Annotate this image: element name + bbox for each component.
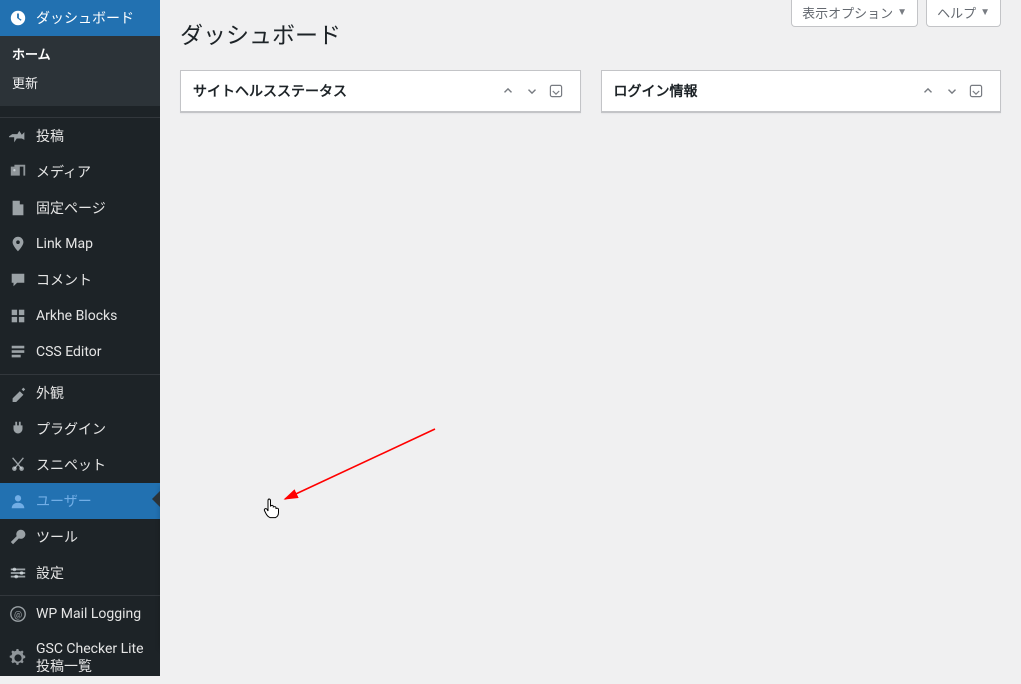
menu-arkhe-blocks[interactable]: Arkhe Blocks (0, 298, 160, 334)
menu-arkhe-blocks-label: Arkhe Blocks (36, 308, 117, 324)
users-icon (8, 491, 28, 511)
widget-toggle-icon[interactable] (964, 79, 988, 103)
submenu-updates[interactable]: 更新 (0, 71, 160, 100)
widget-move-down-icon[interactable] (940, 79, 964, 103)
media-icon (8, 162, 28, 182)
widget-site-health-title: サイトヘルスステータス (193, 81, 496, 101)
menu-comments[interactable]: コメント (0, 262, 160, 298)
submenu-home[interactable]: ホーム (0, 42, 160, 71)
menu-pages[interactable]: 固定ページ (0, 190, 160, 226)
widget-move-up-icon[interactable] (496, 79, 520, 103)
pin-icon (8, 126, 28, 146)
widget-login-info-title: ログイン情報 (614, 81, 917, 101)
snippets-icon (8, 455, 28, 475)
widget-site-health: サイトヘルスステータス (180, 70, 581, 113)
menu-dashboard-label: ダッシュボード (36, 8, 134, 28)
menu-settings[interactable]: 設定 (0, 555, 160, 591)
content-area: 表示オプション ▼ ヘルプ ▼ ダッシュボード サイトヘルスステータス (160, 0, 1021, 676)
widget-move-down-icon[interactable] (520, 79, 544, 103)
plugin-icon (8, 419, 28, 439)
widget-toggle-icon[interactable] (544, 79, 568, 103)
menu-tools-label: ツール (36, 527, 78, 547)
comment-icon (8, 270, 28, 290)
gear-icon (8, 648, 28, 668)
menu-settings-label: 設定 (36, 563, 64, 583)
menu-dashboard[interactable]: ダッシュボード (0, 0, 160, 36)
menu-media-label: メディア (36, 162, 91, 182)
menu-users[interactable]: ユーザー (0, 483, 160, 519)
screen-meta-links: 表示オプション ▼ ヘルプ ▼ (791, 0, 1001, 27)
menu-users-label: ユーザー (36, 491, 92, 511)
menu-appearance[interactable]: 外観 (0, 375, 160, 411)
blocks-icon (8, 306, 28, 326)
menu-snippets-label: スニペット (36, 455, 106, 475)
menu-css-editor[interactable]: CSS Editor (0, 334, 160, 370)
menu-separator (0, 106, 160, 118)
screen-options-button[interactable]: 表示オプション ▼ (791, 0, 918, 27)
tools-icon (8, 527, 28, 547)
appearance-icon (8, 383, 28, 403)
widget-site-health-header: サイトヘルスステータス (181, 71, 580, 112)
dashboard-submenu: ホーム 更新 (0, 36, 160, 106)
mail-log-icon: @ (8, 604, 28, 624)
svg-text:@: @ (14, 610, 22, 620)
menu-media[interactable]: メディア (0, 154, 160, 190)
menu-link-map[interactable]: Link Map (0, 226, 160, 262)
chevron-down-icon: ▼ (980, 7, 990, 18)
settings-icon (8, 563, 28, 583)
chevron-down-icon: ▼ (897, 7, 907, 18)
menu-snippets[interactable]: スニペット (0, 447, 160, 483)
menu-posts-label: 投稿 (36, 126, 64, 146)
admin-sidebar: ダッシュボード ホーム 更新 投稿 メディア 固定ページ Link Map (0, 0, 160, 676)
dashboard-widgets: サイトヘルスステータス ログイン情報 (180, 70, 1001, 113)
widget-login-info: ログイン情報 (601, 70, 1002, 113)
menu-plugins-label: プラグイン (36, 419, 106, 439)
menu-appearance-label: 外観 (36, 383, 64, 403)
menu-gsc-checker-label: GSC Checker Lite 投稿一覧 (36, 640, 152, 676)
menu-wp-mail-logging-label: WP Mail Logging (36, 606, 141, 622)
menu-pages-label: 固定ページ (36, 198, 106, 218)
menu-comments-label: コメント (36, 270, 92, 290)
screen-options-label: 表示オプション (802, 3, 893, 22)
flyout-arrow-icon (152, 491, 160, 507)
menu-css-editor-label: CSS Editor (36, 344, 102, 360)
menu-gsc-checker[interactable]: GSC Checker Lite 投稿一覧 (0, 632, 160, 684)
help-button[interactable]: ヘルプ ▼ (926, 0, 1001, 27)
location-icon (8, 234, 28, 254)
menu-link-map-label: Link Map (36, 236, 93, 252)
css-editor-icon (8, 342, 28, 362)
widget-login-info-header: ログイン情報 (602, 71, 1001, 112)
menu-tools[interactable]: ツール (0, 519, 160, 555)
menu-posts[interactable]: 投稿 (0, 118, 160, 154)
help-label: ヘルプ (937, 3, 976, 22)
widget-move-up-icon[interactable] (916, 79, 940, 103)
menu-plugins[interactable]: プラグイン (0, 411, 160, 447)
menu-wp-mail-logging[interactable]: @ WP Mail Logging (0, 596, 160, 632)
dashboard-icon (8, 8, 28, 28)
page-icon (8, 198, 28, 218)
